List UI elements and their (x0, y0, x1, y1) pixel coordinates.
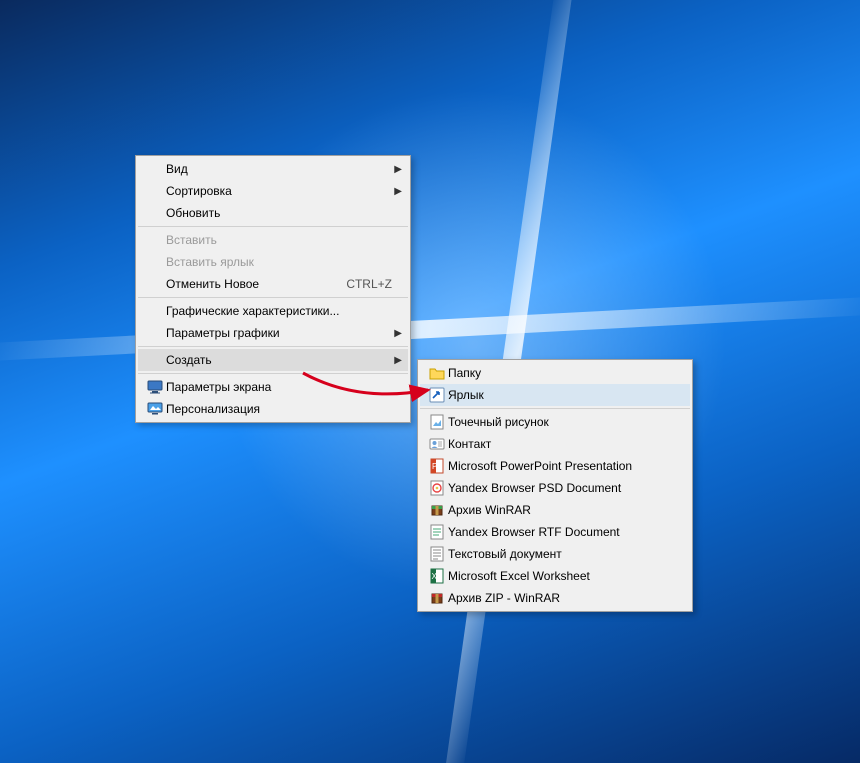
menu-item-label: Вставить (166, 233, 392, 247)
menu-item-label: Параметры графики (166, 326, 392, 340)
menu-item-refresh[interactable]: Обновить (138, 202, 408, 224)
menu-item-label: Вставить ярлык (166, 255, 392, 269)
excel-icon: X (426, 568, 448, 584)
svg-text:X: X (432, 572, 438, 581)
menu-item-label: Персонализация (166, 402, 392, 416)
menu-item-label: Создать (166, 353, 392, 367)
submenu-item-shortcut[interactable]: Ярлык (420, 384, 690, 406)
menu-item-personalize[interactable]: Персонализация (138, 398, 408, 420)
submenu-item-powerpoint[interactable]: P Microsoft PowerPoint Presentation (420, 455, 690, 477)
powerpoint-icon: P (426, 458, 448, 474)
menu-item-graphics-props[interactable]: Графические характеристики... (138, 300, 408, 322)
menu-item-undo[interactable]: Отменить Новое CTRL+Z (138, 273, 408, 295)
submenu-item-text[interactable]: Текстовый документ (420, 543, 690, 565)
menu-item-shortcut: CTRL+Z (336, 277, 392, 291)
submenu-arrow-icon: ▶ (392, 328, 402, 339)
menu-item-label: Microsoft Excel Worksheet (448, 569, 684, 583)
submenu-arrow-icon: ▶ (392, 186, 402, 197)
submenu-item-excel[interactable]: X Microsoft Excel Worksheet (420, 565, 690, 587)
shortcut-icon (426, 387, 448, 403)
desktop-wallpaper[interactable]: Вид ▶ Сортировка ▶ Обновить Вставить (0, 0, 860, 763)
psd-icon (426, 480, 448, 496)
rtf-icon (426, 524, 448, 540)
menu-item-label: Microsoft PowerPoint Presentation (448, 459, 684, 473)
contact-icon (426, 436, 448, 452)
menu-item-display-settings[interactable]: Параметры экрана (138, 376, 408, 398)
blank-icon (144, 161, 166, 177)
menu-item-label: Архив ZIP - WinRAR (448, 591, 684, 605)
menu-item-new[interactable]: Создать ▶ (138, 349, 408, 371)
menu-item-label: Вид (166, 162, 392, 176)
blank-icon (144, 303, 166, 319)
submenu-item-rtf[interactable]: Yandex Browser RTF Document (420, 521, 690, 543)
menu-item-paste: Вставить (138, 229, 408, 251)
blank-icon (144, 205, 166, 221)
menu-item-label: Параметры экрана (166, 380, 392, 394)
submenu-item-zip[interactable]: Архив ZIP - WinRAR (420, 587, 690, 609)
submenu-arrow-icon: ▶ (392, 355, 402, 366)
menu-item-paste-shortcut: Вставить ярлык (138, 251, 408, 273)
menu-item-label: Yandex Browser RTF Document (448, 525, 684, 539)
submenu-item-folder[interactable]: Папку (420, 362, 690, 384)
menu-item-label: Папку (448, 366, 684, 380)
menu-item-label: Текстовый документ (448, 547, 684, 561)
submenu-item-contact[interactable]: Контакт (420, 433, 690, 455)
winrar-zip-icon (426, 590, 448, 606)
blank-icon (144, 254, 166, 270)
bitmap-icon (426, 414, 448, 430)
submenu-item-rar[interactable]: Архив WinRAR (420, 499, 690, 521)
menu-item-label: Архив WinRAR (448, 503, 684, 517)
menu-item-sort[interactable]: Сортировка ▶ (138, 180, 408, 202)
folder-icon (426, 365, 448, 381)
desktop-context-menu: Вид ▶ Сортировка ▶ Обновить Вставить (135, 155, 411, 423)
blank-icon (144, 352, 166, 368)
new-submenu: Папку Ярлык Точечный рисунок Контакт (417, 359, 693, 612)
menu-item-label: Ярлык (448, 388, 684, 402)
personalize-icon (144, 401, 166, 417)
menu-item-label: Сортировка (166, 184, 392, 198)
winrar-icon (426, 502, 448, 518)
submenu-arrow-icon: ▶ (392, 164, 402, 175)
blank-icon (144, 232, 166, 248)
blank-icon (144, 276, 166, 292)
submenu-item-psd[interactable]: Yandex Browser PSD Document (420, 477, 690, 499)
menu-item-label: Графические характеристики... (166, 304, 392, 318)
submenu-item-bitmap[interactable]: Точечный рисунок (420, 411, 690, 433)
menu-item-label: Контакт (448, 437, 684, 451)
menu-item-label: Отменить Новое (166, 277, 336, 291)
menu-item-graphics-params[interactable]: Параметры графики ▶ (138, 322, 408, 344)
svg-text:P: P (432, 462, 437, 471)
blank-icon (144, 183, 166, 199)
menu-item-label: Yandex Browser PSD Document (448, 481, 684, 495)
display-icon (144, 379, 166, 395)
menu-item-view[interactable]: Вид ▶ (138, 158, 408, 180)
menu-item-label: Точечный рисунок (448, 415, 684, 429)
blank-icon (144, 325, 166, 341)
light-streak (0, 296, 860, 361)
text-file-icon (426, 546, 448, 562)
menu-item-label: Обновить (166, 206, 392, 220)
